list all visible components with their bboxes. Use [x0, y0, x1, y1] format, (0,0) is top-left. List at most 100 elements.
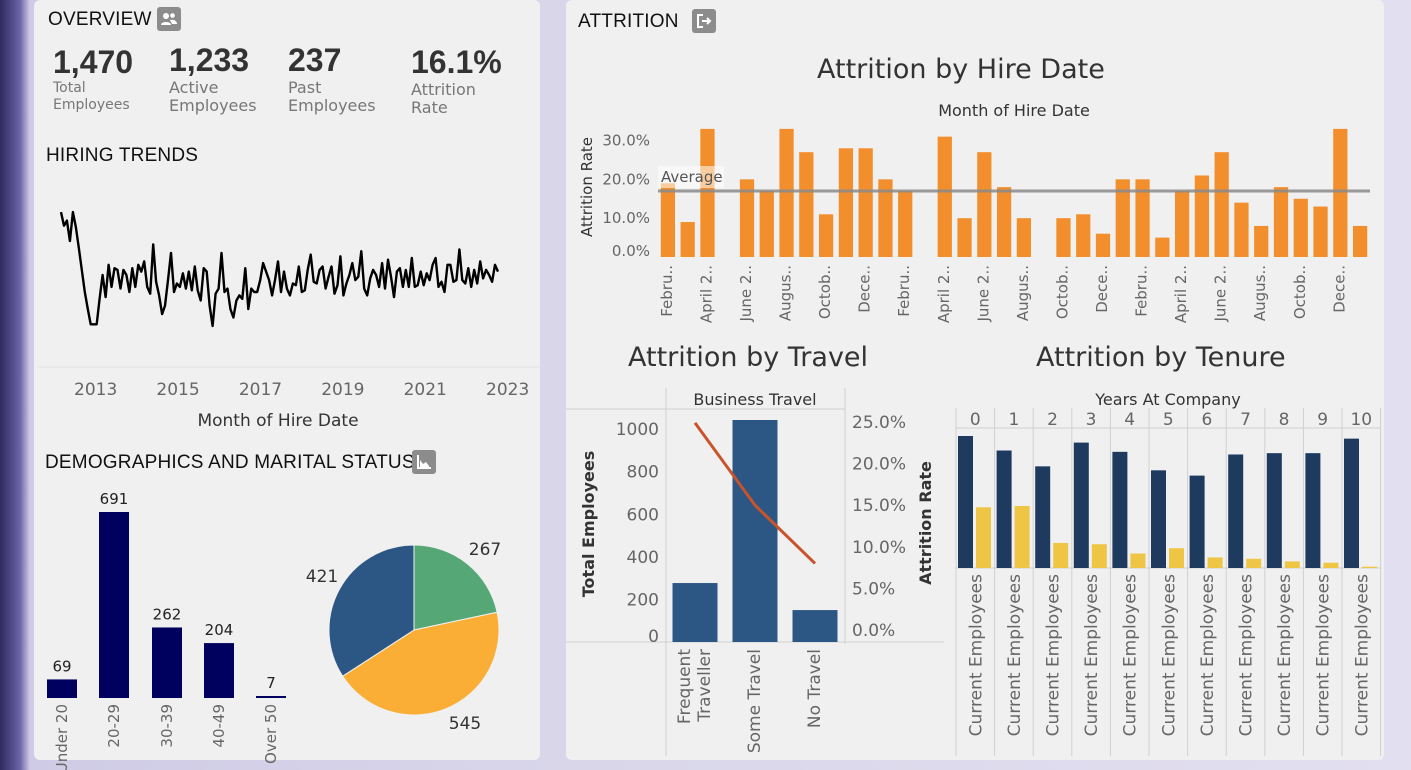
- y-tick-label: 600: [627, 505, 659, 525]
- hire-attrition-bar: [1056, 218, 1071, 257]
- hire-attrition-bar: [1076, 214, 1091, 257]
- x-tick-label: 2021: [404, 380, 447, 400]
- chart-icon[interactable]: [412, 450, 436, 474]
- tenure-series-label: Current Employees: [1275, 574, 1295, 736]
- people-icon[interactable]: [157, 7, 181, 31]
- travel-bar: [792, 610, 838, 642]
- tenure-category-label: 3: [1086, 410, 1097, 430]
- tenure-category-label: 4: [1124, 410, 1135, 430]
- age-bar-chart[interactable]: 69 Under 20 691 20-29 262 30-39 204 40-49 7 Over …: [34, 470, 294, 770]
- tenure-series-label: Current Employees: [1237, 574, 1257, 736]
- x-tick-label: Octob..: [816, 265, 834, 319]
- age-bar: [152, 627, 182, 698]
- tenure-attrition-bar: [1053, 542, 1069, 568]
- age-bar-value-label: 262: [153, 605, 182, 623]
- kpi-label-line: Employees: [288, 96, 376, 115]
- marital-status-pie-chart[interactable]: 267 545 421: [300, 520, 530, 750]
- hire-attrition-bar: [838, 148, 854, 257]
- hire-attrition-bar: [680, 222, 695, 257]
- tenure-category-label: 10: [1350, 410, 1372, 430]
- people-icon-glyph: [161, 13, 177, 25]
- age-bar: [256, 696, 286, 698]
- tenure-category-label: 0: [970, 410, 981, 430]
- tenure-employees-bar: [1112, 451, 1128, 568]
- y2-tick-label: 0.0%: [852, 621, 895, 641]
- y2-axis-title: Attrition Rate: [916, 461, 935, 585]
- tenure-series-label: Current Employees: [1044, 574, 1064, 736]
- x-tick-label: Augus..: [777, 265, 795, 321]
- tenure-series-label: Current Employees: [1005, 574, 1025, 736]
- hire-attrition-bar: [660, 183, 676, 257]
- y2-tick-label: 10.0%: [852, 538, 906, 558]
- x-tick-label: Dece..: [1093, 265, 1111, 313]
- x-axis-title: Month of Hire Date: [197, 411, 358, 431]
- hire-attrition-bar: [1333, 128, 1348, 257]
- hire-attrition-bar: [1016, 218, 1032, 257]
- chart-icon-glyph: [417, 455, 431, 469]
- tenure-series-label: Current Employees: [966, 574, 986, 736]
- kpi-past-employees-value: 237: [288, 42, 342, 78]
- tenure-employees-bar: [996, 450, 1012, 568]
- attrition-by-tenure-chart[interactable]: Years At Company 0 Current Employees 1 Curre…: [954, 386, 1384, 756]
- y-tick-label: 0: [648, 627, 659, 647]
- tenure-series-label: Current Employees: [1352, 574, 1372, 736]
- kpi-attrition-rate-label: Attrition Rate: [411, 81, 531, 117]
- tenure-series-label: Current Employees: [1121, 574, 1141, 736]
- hire-attrition-bar: [700, 128, 715, 257]
- age-bar-value-label: 691: [100, 490, 129, 508]
- tenure-series-label: Current Employees: [1314, 574, 1334, 736]
- hire-attrition-bar: [1155, 237, 1170, 257]
- tenure-attrition-bar: [1362, 566, 1377, 568]
- x-tick-label: June 2..: [737, 265, 755, 323]
- x-tick-label: 2015: [156, 380, 199, 400]
- x-tick-label: Some Travel: [745, 649, 765, 753]
- attrition-by-hire-date-chart[interactable]: Month of Hire Date Attrition Rate 0.0% 10.0…: [566, 95, 1384, 335]
- tenure-category-label: 2: [1047, 410, 1058, 430]
- pie-slice-label: 267: [469, 540, 501, 560]
- y-tick-label: 1000: [616, 420, 659, 440]
- age-category-label: 40-49: [210, 704, 228, 748]
- kpi-past-employees-label: Past Employees: [288, 79, 408, 115]
- hire-attrition-bar: [858, 148, 873, 257]
- x-tick-label: 2023: [486, 380, 529, 400]
- hire-attrition-bar: [1352, 225, 1368, 257]
- x-tick-label: Traveller: [695, 649, 715, 723]
- y2-tick-label: 15.0%: [852, 496, 906, 516]
- tenure-employees-bar: [1228, 454, 1244, 568]
- hire-attrition-bar: [1194, 175, 1210, 257]
- hire-attrition-bar: [818, 214, 834, 257]
- x-tick-label: April 2..: [1172, 265, 1190, 323]
- tenure-attrition-bar: [1169, 548, 1184, 568]
- x-tick-label: Octob..: [1291, 265, 1309, 319]
- x-tick-label: 2019: [321, 380, 364, 400]
- age-category-label: Over 50: [262, 704, 280, 764]
- hiring-trends-title: HIRING TRENDS: [46, 145, 199, 166]
- kpi-attrition-rate-value: 16.1%: [411, 44, 502, 80]
- y-tick-label: 200: [627, 590, 659, 610]
- x-tick-label: No Travel: [805, 649, 825, 728]
- tenure-employees-bar: [958, 436, 973, 568]
- kpi-label-line: Total: [53, 80, 86, 96]
- x-tick-label: April 2..: [935, 265, 953, 323]
- age-bar-value-label: 7: [266, 674, 276, 692]
- tenure-category-label: 7: [1240, 410, 1251, 430]
- tenure-attrition-title: Attrition by Tenure: [1036, 342, 1286, 373]
- kpi-label-line: Employees: [53, 97, 130, 113]
- tenure-employees-bar: [1035, 466, 1051, 568]
- attrition-by-travel-chart[interactable]: Business Travel Total Employees Attrition …: [566, 386, 956, 756]
- tenure-employees-bar: [1344, 438, 1359, 568]
- hiring-trends-chart[interactable]: 2013 2015 2017 2019 2021 2023 Month of Hire Da…: [34, 170, 540, 440]
- hire-attrition-bar: [1293, 198, 1308, 257]
- tenure-employees-bar: [1266, 453, 1282, 568]
- tenure-attrition-bar: [976, 507, 991, 568]
- y-tick-label: 400: [627, 548, 659, 568]
- export-icon[interactable]: [692, 9, 716, 33]
- hiring-trend-line: [59, 210, 500, 328]
- tenure-category-label: 5: [1163, 410, 1174, 430]
- y-tick-label: 800: [627, 463, 659, 483]
- hire-chart-subtitle: Month of Hire Date: [938, 101, 1090, 120]
- age-bar: [204, 643, 234, 698]
- kpi-label-line: Past: [288, 78, 322, 97]
- tenure-employees-bar: [1305, 453, 1321, 568]
- tenure-employees-bar: [1151, 470, 1166, 568]
